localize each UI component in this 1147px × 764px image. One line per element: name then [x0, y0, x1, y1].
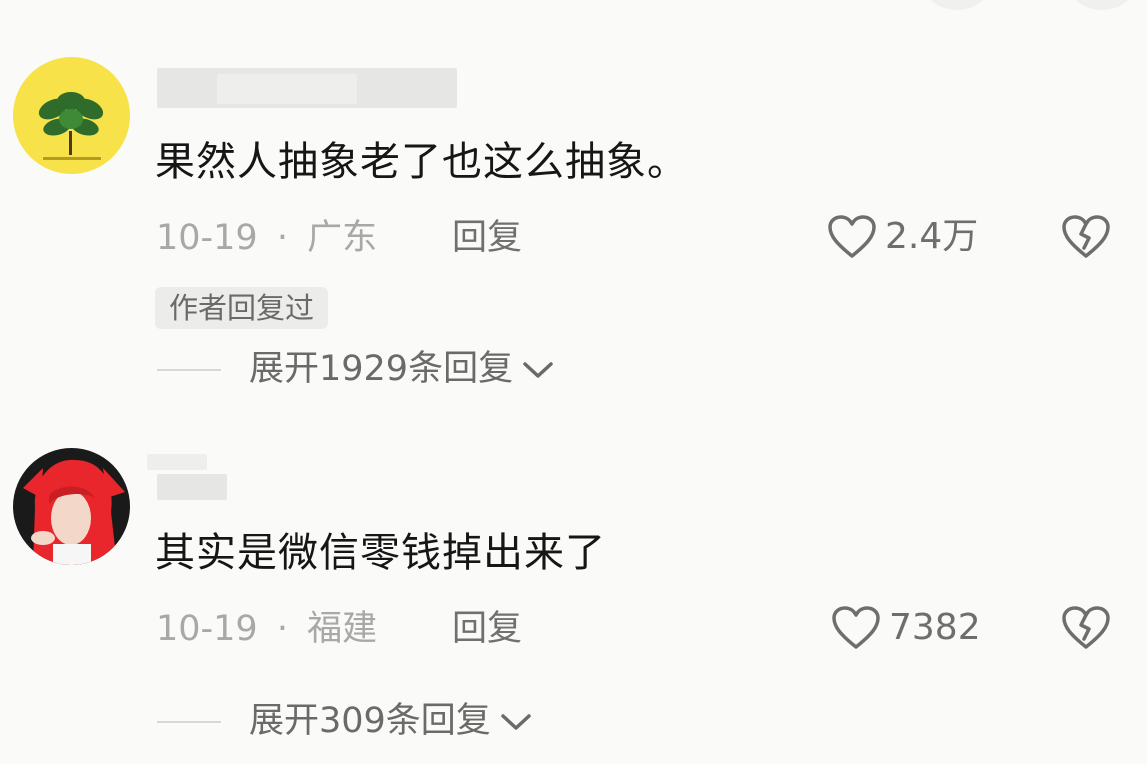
comment-date: 10-19 [156, 609, 258, 649]
broken-heart-icon [1060, 605, 1112, 651]
heart-outline-icon [827, 214, 877, 260]
meta-separator: · [276, 218, 288, 258]
expand-replies-button[interactable]: 展开309条回复 [157, 704, 533, 739]
dislike-button[interactable] [1060, 605, 1112, 651]
expand-replies-label: 展开1929条回复 [249, 349, 514, 389]
expand-replies-label: 展开309条回复 [249, 701, 491, 741]
comment-date: 10-19 [156, 218, 258, 258]
author-replied-tag: 作者回复过 [155, 287, 329, 329]
avatar[interactable] [13, 448, 130, 565]
comment-location: 广东 [307, 218, 378, 258]
like-button[interactable]: 7382 [831, 605, 981, 651]
dislike-button[interactable] [1060, 214, 1112, 260]
chevron-down-icon [513, 359, 555, 381]
comment-text: 果然人抽象老了也这么抽象。 [155, 139, 688, 185]
reply-button[interactable]: 回复 [452, 612, 522, 647]
meta-separator: · [276, 609, 288, 649]
heart-outline-icon [831, 605, 881, 651]
username-redacted[interactable] [157, 68, 457, 112]
avatar[interactable] [13, 57, 130, 174]
expand-replies-button[interactable]: 展开1929条回复 [157, 352, 555, 387]
username-redacted[interactable] [147, 452, 247, 500]
broken-heart-icon [1060, 214, 1112, 260]
chevron-down-icon [491, 711, 533, 733]
like-button[interactable]: 2.4万 [827, 214, 978, 260]
comment-meta: 10-19 · 广东 [156, 221, 377, 256]
like-count: 2.4万 [885, 216, 979, 257]
comment-item: 果然人抽象老了也这么抽象。 10-19 · 广东 回复 2.4万 作者回复过 展… [0, 0, 1147, 400]
comment-location: 福建 [307, 609, 378, 649]
divider-line [157, 368, 221, 371]
comment-meta: 10-19 · 福建 [156, 612, 377, 647]
divider-line [157, 720, 221, 723]
reply-button[interactable]: 回复 [452, 221, 522, 256]
like-count: 7382 [889, 607, 981, 648]
comment-text: 其实是微信零钱掉出来了 [155, 530, 606, 576]
